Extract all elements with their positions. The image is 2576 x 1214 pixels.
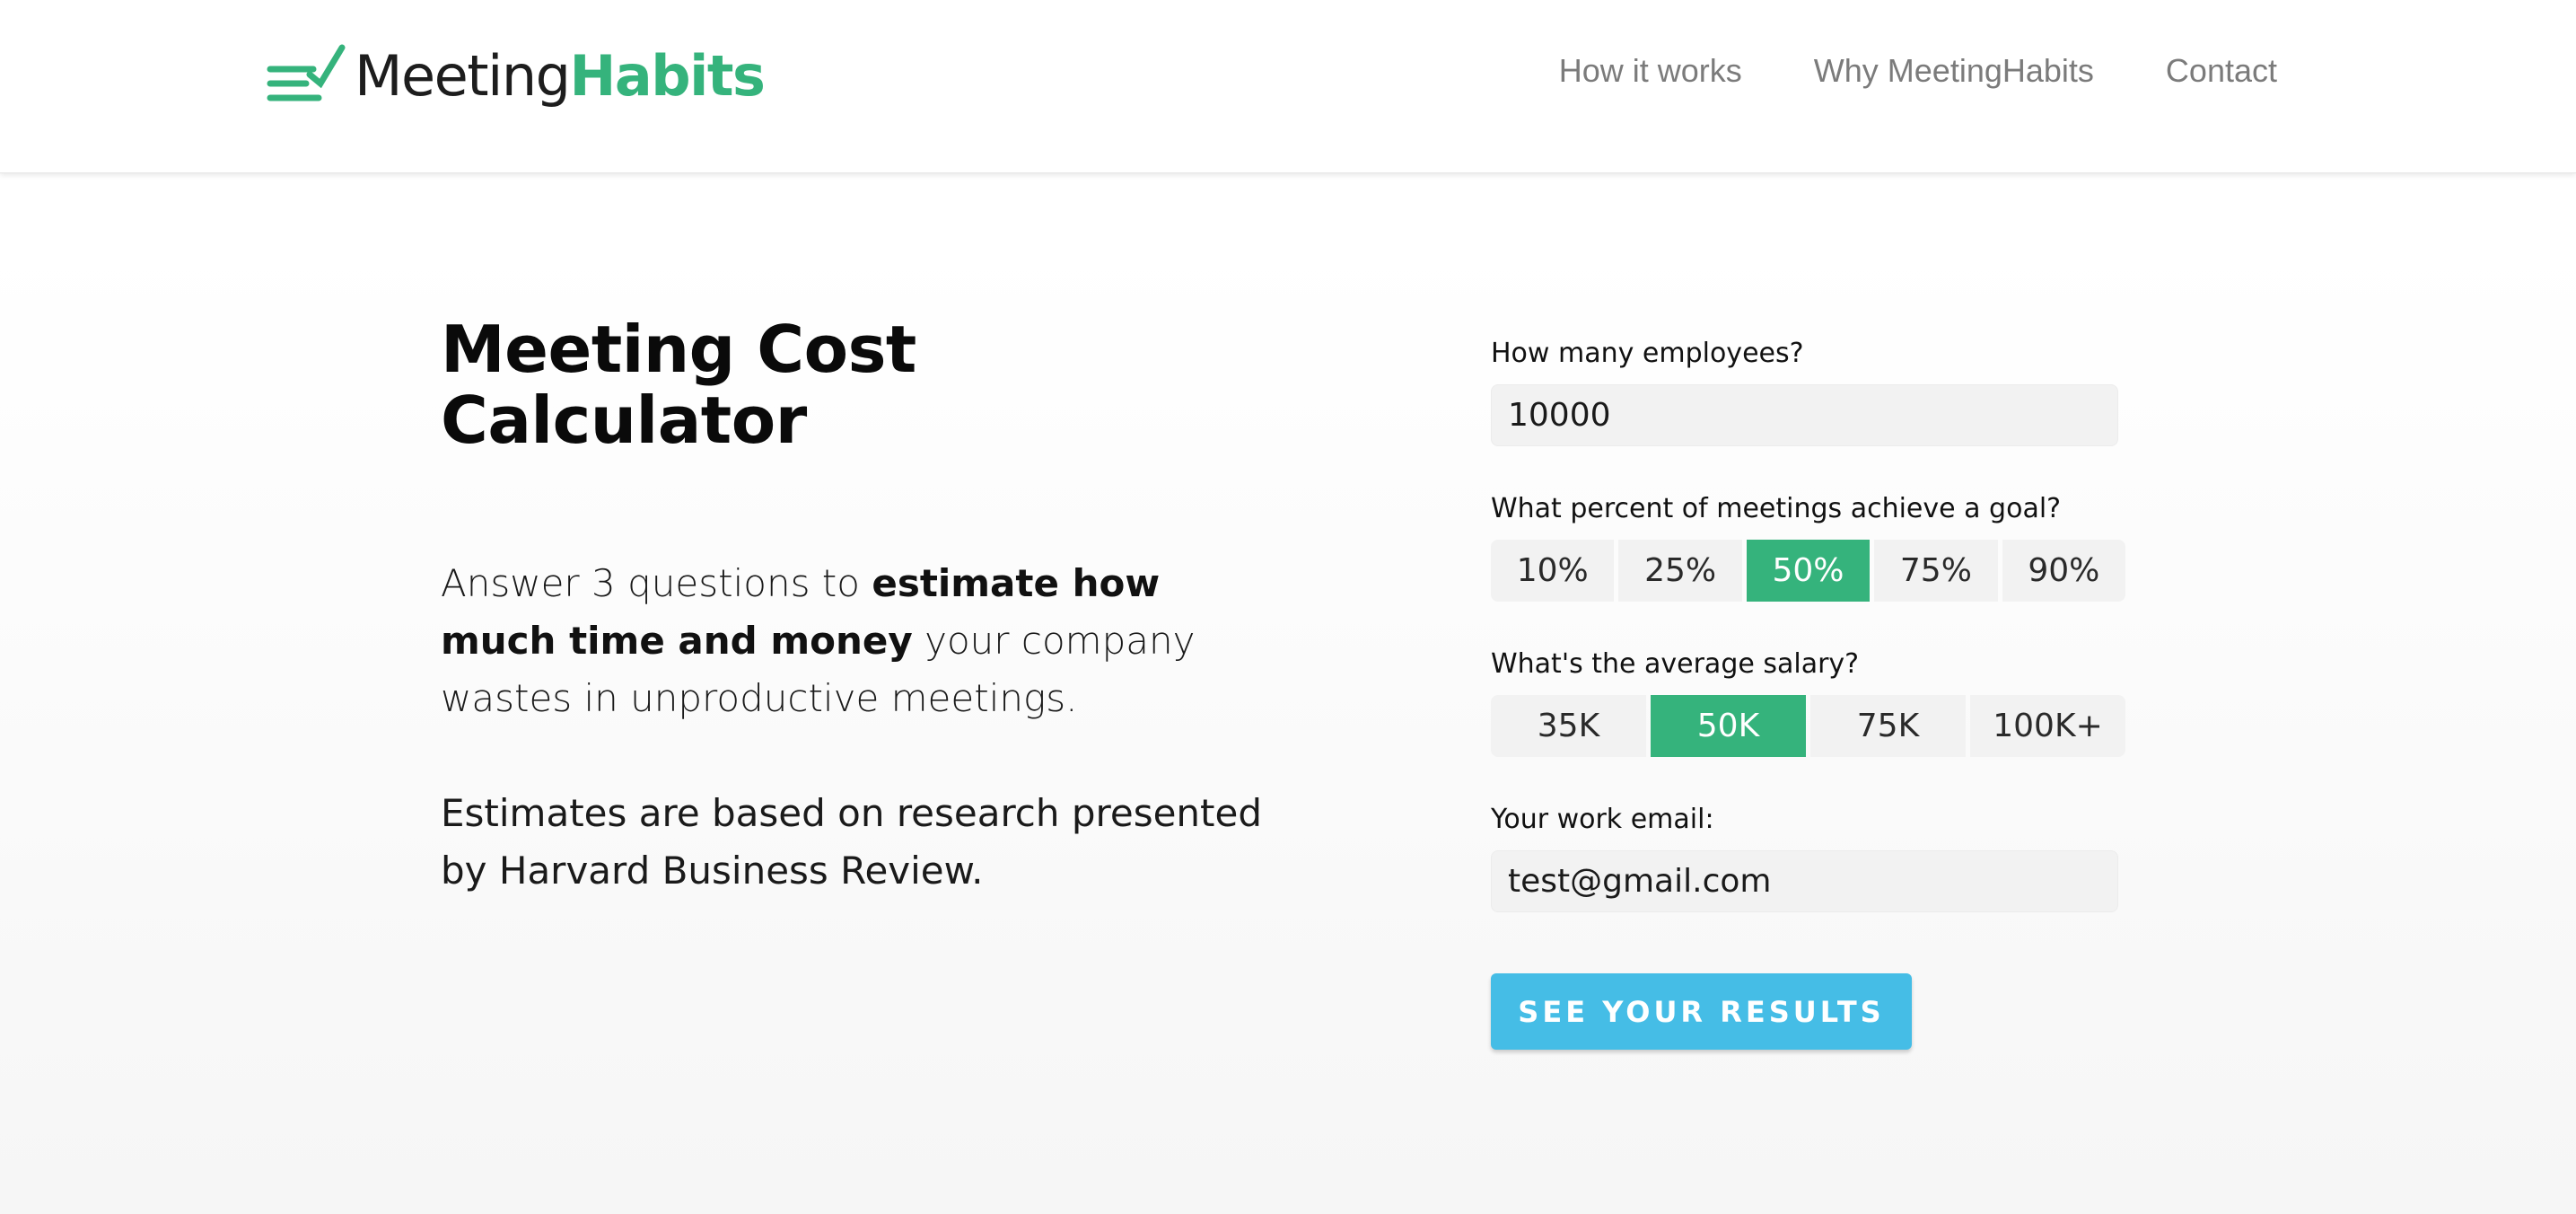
salary-group: What's the average salary? 35K 50K 75K 1… — [1491, 648, 2126, 757]
intro-text-start: Answer 3 questions to — [441, 561, 872, 606]
calculator-form: How many employees? What percent of meet… — [1491, 338, 2126, 1050]
salary-option[interactable]: 75K — [1810, 695, 1966, 757]
nav-why-meetinghabits[interactable]: Why MeetingHabits — [1814, 52, 2094, 90]
employees-input[interactable] — [1491, 384, 2118, 446]
intro-paragraph: Answer 3 questions to estimate how much … — [441, 555, 1266, 727]
see-results-button[interactable]: SEE YOUR RESULTS — [1491, 973, 1912, 1050]
nav-how-it-works[interactable]: How it works — [1559, 52, 1742, 90]
email-label: Your work email: — [1491, 804, 1714, 835]
logo-word-meeting: Meeting — [355, 43, 571, 109]
goal-option[interactable]: 25% — [1618, 540, 1742, 602]
nav-contact[interactable]: Contact — [2166, 52, 2277, 90]
logo-word-habits: Habits — [569, 43, 765, 109]
goal-option[interactable]: 75% — [1874, 540, 1998, 602]
salary-option[interactable]: 100K+ — [1970, 695, 2125, 757]
logo[interactable]: MeetingHabits — [265, 36, 766, 117]
goal-percent-selector: 10% 25% 50% 75% 90% — [1491, 540, 2126, 602]
salary-label: What's the average salary? — [1491, 648, 1860, 680]
site-header: MeetingHabits How it works Why MeetingHa… — [0, 0, 2576, 173]
salary-option[interactable]: 35K — [1491, 695, 1646, 757]
goal-option[interactable]: 50% — [1746, 540, 1871, 602]
main-nav: How it works Why MeetingHabits Contact — [1559, 52, 2277, 90]
goal-option[interactable]: 90% — [2002, 540, 2126, 602]
checklist-icon — [267, 44, 346, 101]
page-title: Meeting Cost Calculator — [441, 312, 916, 459]
goal-percent-label: What percent of meetings achieve a goal? — [1491, 493, 2062, 524]
employees-group: How many employees? — [1491, 338, 2126, 446]
employees-label: How many employees? — [1491, 338, 1804, 369]
intro-section: Meeting Cost Calculator Answer 3 questio… — [441, 312, 1266, 900]
source-note: Estimates are based on research presente… — [441, 791, 1263, 893]
salary-option[interactable]: 50K — [1651, 695, 1806, 757]
goal-percent-group: What percent of meetings achieve a goal?… — [1491, 493, 2126, 602]
logo-text: MeetingHabits — [355, 48, 766, 104]
email-input[interactable] — [1491, 850, 2118, 912]
email-group: Your work email: — [1491, 804, 2126, 912]
salary-selector: 35K 50K 75K 100K+ — [1491, 695, 2125, 757]
goal-option[interactable]: 10% — [1491, 540, 1615, 602]
